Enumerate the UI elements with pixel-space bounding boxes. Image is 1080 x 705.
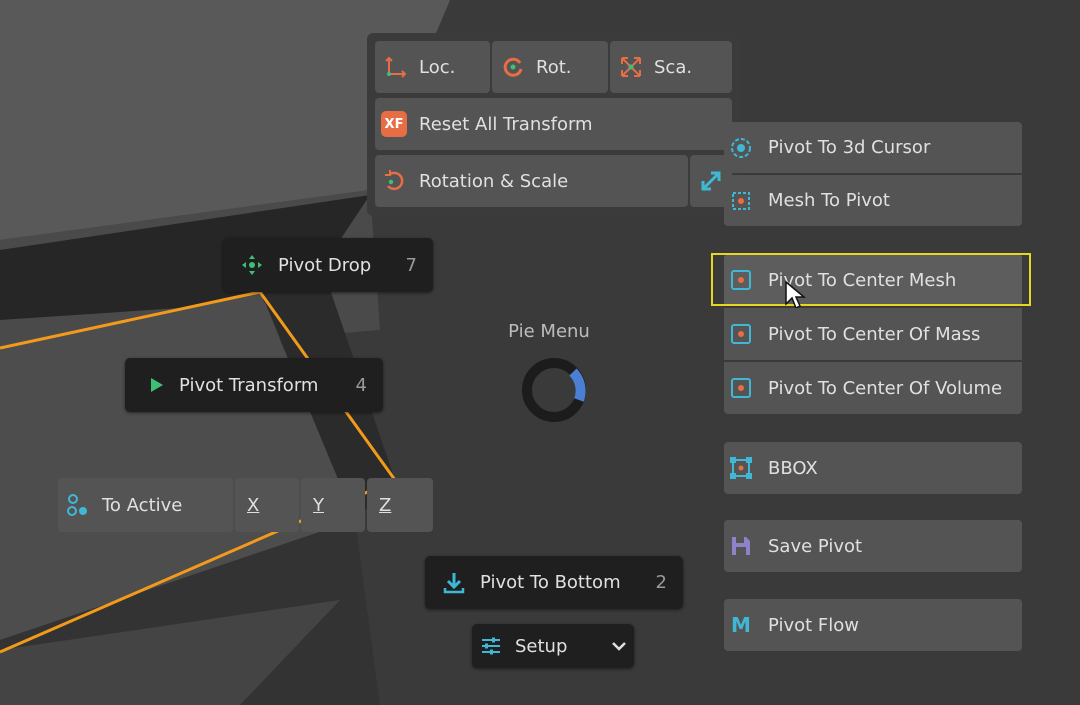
bbox-button[interactable]: BBOX [724,442,1022,494]
pivot-to-bottom-label: Pivot To Bottom [480,572,621,593]
pie-direction-indicator [522,358,586,422]
move-axes-icon [383,54,409,80]
pivot-flow-icon: M [731,613,751,637]
rotation-reset-icon [381,168,407,194]
save-pivot-button[interactable]: Save Pivot [724,520,1022,572]
loc-label: Loc. [419,56,456,78]
objects-icon [64,492,90,518]
diagonal-arrow-icon [698,168,724,194]
setup-dropdown[interactable]: Setup [472,624,634,668]
play-icon [143,372,169,398]
sliders-icon [478,633,504,659]
to-active-button[interactable]: To Active [58,478,233,532]
reset-all-transform-button[interactable]: XF Reset All Transform [375,98,732,150]
pivot-transform-label: Pivot Transform [179,374,319,396]
pivot-to-center-of-volume-button[interactable]: Pivot To Center Of Volume [724,362,1022,414]
loc-button[interactable]: Loc. [375,41,490,93]
pivot-to-3d-cursor-label: Pivot To 3d Cursor [768,137,931,158]
rot-button[interactable]: Rot. [492,41,608,93]
pivot-to-3d-cursor-button[interactable]: Pivot To 3d Cursor [724,122,1022,173]
pivot-flow-label: Pivot Flow [768,614,859,636]
floppy-disk-icon [728,533,754,559]
to-active-y-button[interactable]: Y [301,478,365,532]
pivot-transform-hotkey: 4 [355,374,367,396]
pivot-transform-button[interactable]: Pivot Transform 4 [125,358,383,412]
xf-icon: XF [381,111,407,137]
move-arrows-icon [239,252,265,278]
pivot-drop-button[interactable]: Pivot Drop 7 [223,238,433,292]
bounding-box-icon [728,455,754,481]
rotate-icon [500,54,526,80]
center-mass-icon [728,321,754,347]
rotation-scale-button[interactable]: Rotation & Scale [375,155,688,207]
to-active-x-button[interactable]: X [235,478,299,532]
to-active-label: To Active [102,494,183,516]
y-axis-label: Y [313,494,324,516]
pie-title: Pie Menu [508,321,590,342]
pivot-drop-label: Pivot Drop [278,254,372,276]
save-pivot-label: Save Pivot [768,535,863,557]
cursor-target-icon [728,135,754,161]
hover-highlight [711,253,1031,306]
pivot-to-bottom-button[interactable]: Pivot To Bottom 2 [425,556,683,609]
rot-label: Rot. [536,56,572,78]
setup-label: Setup [515,635,568,657]
rotation-scale-label: Rotation & Scale [419,170,569,192]
chevron-down-icon [610,638,628,659]
mesh-to-pivot-button[interactable]: Mesh To Pivot [724,175,1022,226]
pivot-to-center-of-mass-button[interactable]: Pivot To Center Of Mass [724,308,1022,360]
pivot-drop-hotkey: 7 [405,254,417,276]
mesh-to-pivot-label: Mesh To Pivot [768,190,890,211]
mesh-pivot-icon [728,188,754,214]
download-arrow-icon [441,570,467,596]
pivot-flow-button[interactable]: M Pivot Flow [724,599,1022,651]
reset-all-label: Reset All Transform [419,113,593,135]
x-axis-label: X [247,494,260,516]
sca-label: Sca. [654,56,693,78]
pivot-to-center-of-volume-label: Pivot To Center Of Volume [768,377,1003,399]
bbox-label: BBOX [768,457,818,479]
mouse-cursor-icon [785,280,806,310]
center-volume-icon [728,375,754,401]
pivot-to-center-of-mass-label: Pivot To Center Of Mass [768,323,981,345]
to-active-z-button[interactable]: Z [367,478,433,532]
pivot-to-bottom-hotkey: 2 [655,572,667,593]
z-axis-label: Z [379,494,392,516]
sca-button[interactable]: Sca. [610,41,732,93]
scale-icon [618,54,644,80]
